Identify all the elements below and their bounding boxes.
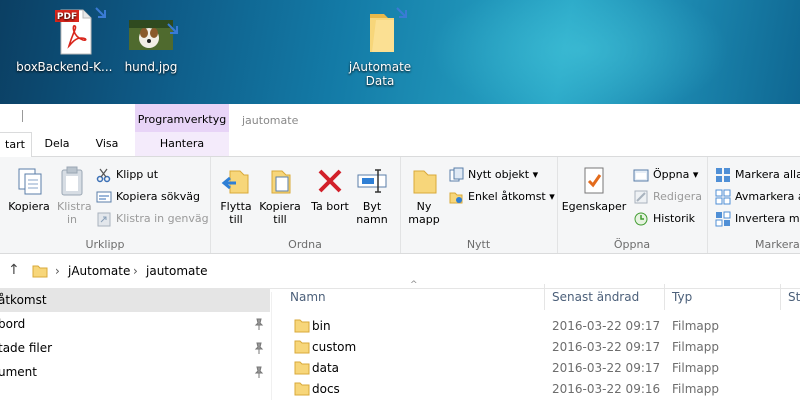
breadcrumb-separator[interactable]: › xyxy=(55,264,60,278)
pin-icon xyxy=(254,366,264,378)
properties-button[interactable]: Egenskaper xyxy=(561,165,627,213)
file-row[interactable]: custom 2016-03-22 09:17 Filmapp xyxy=(272,337,800,358)
invert-selection-button[interactable]: Invertera mar xyxy=(715,209,800,229)
nav-item-quick-access[interactable]: åtkomst xyxy=(0,288,270,312)
edit-button[interactable]: Redigera xyxy=(633,187,702,207)
paste-shortcut-button[interactable]: Klistra in genväg xyxy=(96,209,209,229)
pdf-file-icon: PDF xyxy=(35,6,115,58)
tab-dela[interactable]: Dela xyxy=(36,132,78,156)
properties-icon xyxy=(578,165,610,197)
copy-icon xyxy=(13,165,45,197)
nav-item-downloads[interactable]: tade filer xyxy=(0,336,270,360)
breadcrumb-jautomate-root[interactable]: jAutomate xyxy=(68,264,130,278)
group-label-urklipp: Urklipp xyxy=(85,238,125,251)
column-header-type[interactable]: Typ xyxy=(672,284,692,310)
copy-to-button[interactable]: Kopiera till xyxy=(258,165,302,226)
copy-path-icon xyxy=(96,189,112,205)
copy-button[interactable]: Kopiera xyxy=(6,165,52,213)
group-label-nytt: Nytt xyxy=(466,238,491,251)
column-header-name[interactable]: Namn xyxy=(290,284,326,310)
rename-icon xyxy=(356,165,388,197)
desktop-icon-backend-pdf[interactable]: PDF Backend-K... xyxy=(35,6,115,74)
pin-icon xyxy=(254,318,264,330)
desktop-icon-label: jAutomate Data xyxy=(348,60,412,88)
file-list: ^ Namn Senast ändrad Typ St bin 2016-03-… xyxy=(272,280,800,396)
group-label-markera: Markera xyxy=(755,238,800,251)
rename-button[interactable]: Byt namn xyxy=(352,165,392,226)
contextual-tab-group: Programverktyg xyxy=(135,104,229,132)
folder-icon xyxy=(294,319,310,333)
new-item-button[interactable]: Nytt objekt ▾ xyxy=(448,165,538,185)
breadcrumb-jautomate[interactable]: jautomate xyxy=(146,264,207,278)
invert-selection-icon xyxy=(715,211,731,227)
tab-hantera[interactable]: Hantera xyxy=(135,132,229,156)
image-thumbnail-icon xyxy=(111,6,191,58)
file-row[interactable]: docs 2016-03-22 09:16 Filmapp xyxy=(272,379,800,400)
cut-button[interactable]: Klipp ut xyxy=(96,165,158,185)
file-row[interactable]: data 2016-03-22 09:17 Filmapp xyxy=(272,358,800,379)
svg-text:PDF: PDF xyxy=(57,12,77,22)
move-to-icon xyxy=(220,165,252,197)
ribbon-group-markera: Markera alla Avmarkera al Invertera mar … xyxy=(707,157,800,253)
file-explorer-window: Programverktyg jautomate tart Dela Visa … xyxy=(0,104,800,400)
nav-item-documents[interactable]: ument xyxy=(0,360,270,384)
copy-to-icon xyxy=(264,165,296,197)
new-item-icon xyxy=(448,167,464,183)
group-label-oppna: Öppna xyxy=(613,238,651,251)
ribbon-tabs: tart Dela Visa Hantera xyxy=(0,132,800,158)
column-header-size[interactable]: St xyxy=(788,284,800,310)
easy-access-button[interactable]: Enkel åtkomst ▾ xyxy=(448,187,555,207)
nav-item-desktop[interactable]: bord xyxy=(0,312,270,336)
scissors-icon xyxy=(96,167,112,183)
ribbon: Kopiera Klistra in Klipp ut Kopiera sökv… xyxy=(0,157,800,254)
ribbon-group-nytt: Ny mapp Nytt objekt ▾ Enkel åtkomst ▾ Ny… xyxy=(400,157,558,253)
ribbon-group-ordna: Flytta till Kopiera till Ta bort Byt nam… xyxy=(210,157,401,253)
folder-small-icon xyxy=(32,263,48,279)
pin-icon xyxy=(254,342,264,354)
delete-x-icon xyxy=(314,165,346,197)
ribbon-group-urklipp: Kopiera Klistra in Klipp ut Kopiera sökv… xyxy=(0,157,211,253)
tab-visa[interactable]: Visa xyxy=(84,132,130,156)
group-label-ordna: Ordna xyxy=(288,238,322,251)
move-to-button[interactable]: Flytta till xyxy=(216,165,256,226)
select-all-icon xyxy=(715,167,731,183)
desktop-icon-jautomate-data[interactable]: jAutomate Data xyxy=(340,6,420,88)
select-none-button[interactable]: Avmarkera al xyxy=(715,187,800,207)
history-icon xyxy=(633,211,649,227)
open-button[interactable]: Öppna ▾ xyxy=(633,165,698,185)
select-all-button[interactable]: Markera alla xyxy=(715,165,800,185)
breadcrumb-separator[interactable]: › xyxy=(133,264,138,278)
copy-path-button[interactable]: Kopiera sökväg xyxy=(96,187,200,207)
sort-chevron-icon: ^ xyxy=(410,280,418,290)
select-none-icon xyxy=(715,189,731,205)
folder-icon xyxy=(294,361,310,375)
clipboard-icon xyxy=(56,165,88,197)
paste-button[interactable]: Klistra in xyxy=(52,165,92,226)
folder-icon xyxy=(294,340,310,354)
ribbon-group-oppna: Egenskaper Öppna ▾ Redigera Historik Öpp… xyxy=(557,157,708,253)
folder-icon xyxy=(294,382,310,396)
new-folder-icon xyxy=(408,165,440,197)
desktop: box PDF Backend-K... hund.jpg jAutomate … xyxy=(0,0,800,104)
up-arrow-icon[interactable]: ↑ xyxy=(8,262,20,278)
column-header-modified[interactable]: Senast ändrad xyxy=(552,284,639,310)
desktop-icon-hund[interactable]: hund.jpg xyxy=(111,6,191,74)
delete-button[interactable]: Ta bort xyxy=(310,165,350,213)
file-row[interactable]: bin 2016-03-22 09:17 Filmapp xyxy=(272,316,800,337)
title-bar: Programverktyg jautomate xyxy=(0,104,800,132)
tab-start[interactable]: tart xyxy=(0,132,32,158)
open-icon xyxy=(633,167,649,183)
folder-icon xyxy=(340,6,420,58)
history-button[interactable]: Historik xyxy=(633,209,695,229)
new-folder-button[interactable]: Ny mapp xyxy=(404,165,444,226)
window-title: jautomate xyxy=(242,114,299,127)
navigation-pane: åtkomst bord tade filer ument xyxy=(0,288,270,400)
edit-icon xyxy=(633,189,649,205)
easy-access-icon xyxy=(448,189,464,205)
paste-shortcut-icon xyxy=(96,211,112,227)
